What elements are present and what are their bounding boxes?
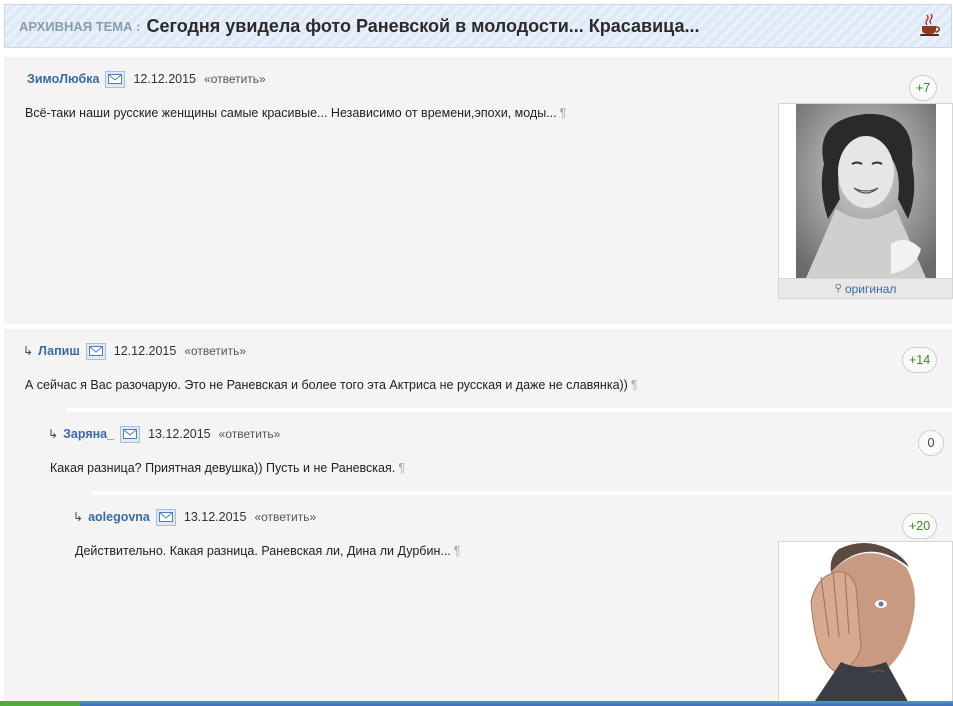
man-facepalm-photo[interactable] <box>801 542 931 706</box>
envelope-icon[interactable] <box>105 70 126 88</box>
comment-meta: ЗимоЛюбка 12.12.2015 «ответить» <box>27 69 266 89</box>
reply-link[interactable]: «ответить» <box>184 344 246 358</box>
topic-header: АРХИВНАЯ ТЕМА : Сегодня увидела фото Ран… <box>4 4 952 48</box>
reply-link[interactable]: «ответить» <box>204 72 266 86</box>
comment-text: Какая разница? Приятная девушка)) Пусть … <box>50 461 405 475</box>
comment-date: 13.12.2015 <box>148 427 211 441</box>
comment-body: Какая разница? Приятная девушка)) Пусть … <box>50 461 396 475</box>
permalink-pilcrow[interactable]: ¶ <box>398 461 405 475</box>
permalink-pilcrow[interactable]: ¶ <box>631 378 638 392</box>
bottom-scrollbar-strip <box>0 701 953 706</box>
reply-link[interactable]: «ответить» <box>254 510 316 524</box>
photo-original-link[interactable]: ⚲ оригинал <box>779 278 952 298</box>
comment-body: А сейчас я Вас разочарую. Это не Раневск… <box>25 378 628 392</box>
comment-body: Всё-таки наши русские женщины самые крас… <box>25 106 557 120</box>
author-link[interactable]: Лапиш <box>38 344 80 358</box>
comment-item: ↳ aolegovna 13.12.2015 «ответить» Действ… <box>4 496 953 706</box>
reply-separator <box>67 408 952 412</box>
topic-title: Сегодня увидела фото Раневской в молодос… <box>146 15 700 36</box>
author-link[interactable]: aolegovna <box>88 510 150 524</box>
comment-item: ↳ Лапиш 12.12.2015 «ответить» А сейчас я… <box>4 329 952 409</box>
reply-link[interactable]: «ответить» <box>219 427 281 441</box>
rating-badge[interactable]: 0 <box>918 430 944 456</box>
reply-arrow-icon: ↳ <box>23 344 34 358</box>
envelope-icon[interactable] <box>120 425 141 443</box>
woman-portrait-photo[interactable] <box>796 104 936 278</box>
comment-meta: ↳ aolegovna 13.12.2015 «ответить» <box>73 507 316 527</box>
comment-body: Действительно. Какая разница. Раневская … <box>75 544 451 558</box>
photo-caption-text[interactable]: оригинал <box>845 282 896 296</box>
comment-meta: ↳ Заряна_ 13.12.2015 «ответить» <box>48 424 280 444</box>
archive-label: АРХИВНАЯ ТЕМА : <box>19 18 141 34</box>
author-link[interactable]: Заряна_ <box>63 427 114 441</box>
comment-item: ЗимоЛюбка 12.12.2015 «ответить» Всё-таки… <box>4 57 953 324</box>
author-link[interactable]: ЗимоЛюбка <box>27 72 99 86</box>
permalink-pilcrow[interactable]: ¶ <box>454 544 461 558</box>
comment-text: Действительно. Какая разница. Раневская … <box>75 544 460 558</box>
rating-badge[interactable]: +14 <box>902 347 938 373</box>
comment-item: ↳ Заряна_ 13.12.2015 «ответить» Какая ра… <box>4 413 952 491</box>
comment-thread: ЗимоЛюбка 12.12.2015 «ответить» Всё-таки… <box>4 57 953 324</box>
magnifier-icon: ⚲ <box>834 283 842 294</box>
comment-date: 13.12.2015 <box>183 510 247 524</box>
rating-badge[interactable]: +20 <box>902 513 938 539</box>
attached-photo[interactable]: ⚲ оригинал <box>778 103 953 299</box>
reply-separator <box>92 491 952 495</box>
comment-meta: ↳ Лапиш 12.12.2015 «ответить» <box>23 341 246 361</box>
comment-date: 12.12.2015 <box>133 72 197 86</box>
envelope-icon[interactable] <box>155 508 176 526</box>
reply-arrow-icon: ↳ <box>73 510 84 524</box>
reply-arrow-icon: ↳ <box>48 427 59 441</box>
bottom-progress-strip <box>0 701 80 706</box>
comment-text: А сейчас я Вас разочарую. Это не Раневск… <box>25 378 638 392</box>
comment-text: Всё-таки наши русские женщины самые крас… <box>25 106 566 120</box>
rating-badge[interactable]: +7 <box>909 75 938 101</box>
coffee-cup-icon <box>920 13 940 36</box>
comment-date: 12.12.2015 <box>113 344 177 358</box>
attached-photo[interactable] <box>778 541 953 706</box>
permalink-pilcrow[interactable]: ¶ <box>560 106 567 120</box>
comment-thread: ↳ Лапиш 12.12.2015 «ответить» А сейчас я… <box>4 329 953 706</box>
envelope-icon[interactable] <box>85 342 106 360</box>
